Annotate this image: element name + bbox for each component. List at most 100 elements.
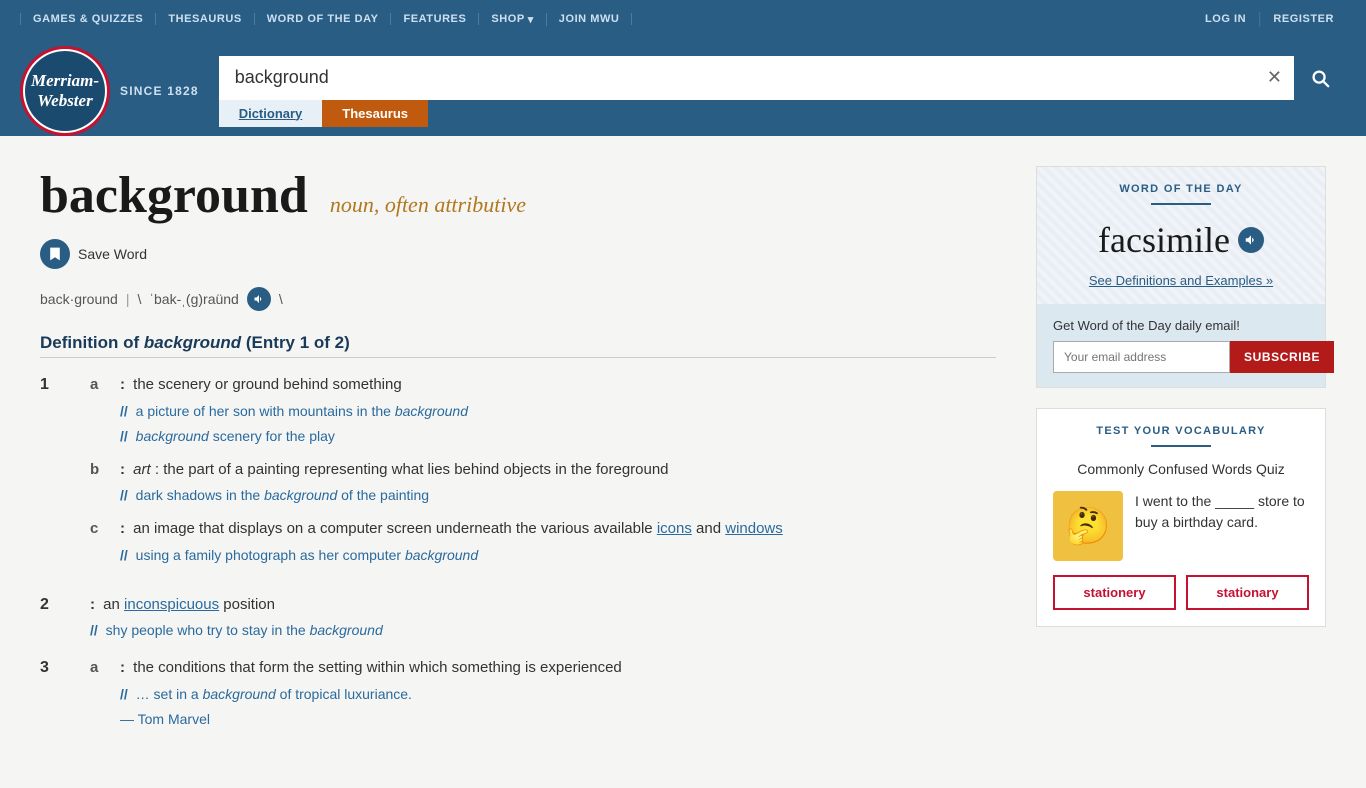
syllables: back·ground [40,291,118,307]
def-number-2: 2 [40,596,70,614]
backslash-close: \ [279,291,283,307]
search-icon [1309,67,1331,89]
def-letter-a: a [90,376,110,393]
def-1a-text: : the scenery or ground behind something… [120,374,996,447]
wotd-email-row: SUBSCRIBE [1053,341,1309,373]
phonetic: ˈbak-ˌ(g)raünd [149,291,238,307]
def-letter-b: b [90,461,110,478]
def-3a: a : the conditions that form the setting… [90,657,996,730]
wotd-section: WORD OF THE DAY facsimile See Definition… [1037,167,1325,304]
vocab-emoji: 🤔 [1053,491,1123,561]
vocab-emoji-row: 🤔 I went to the _____ store to buy a bir… [1053,491,1309,561]
tab-thesaurus[interactable]: Thesaurus [322,100,428,127]
wotd-email-label: Get Word of the Day daily email! [1053,318,1309,333]
headword: background [40,167,308,224]
part-of-speech: noun, often attributive [330,192,526,217]
wotd-card: WORD OF THE DAY facsimile See Definition… [1036,166,1326,388]
search-button[interactable] [1294,56,1346,100]
def-3a-example-1: // … set in a background of tropical lux… [120,684,996,705]
wotd-audio-button[interactable] [1238,227,1264,253]
link-inconspicuous[interactable]: inconspicuous [124,596,219,613]
def-number-3: 3 [40,659,70,677]
vocab-options: stationery stationary [1053,575,1309,610]
vocab-divider [1151,445,1211,447]
definition-headword: background [144,333,241,352]
wotd-label: WORD OF THE DAY [1053,183,1309,195]
bookmark-svg-icon [47,246,63,262]
search-area: ✕ Dictionary Thesaurus [219,56,1346,127]
vocab-quiz-title: Commonly Confused Words Quiz [1053,461,1309,477]
nav-wotd[interactable]: WORD OF THE DAY [255,13,392,25]
save-word-label: Save Word [78,246,147,262]
wotd-email-area: Get Word of the Day daily email! SUBSCRI… [1037,304,1325,387]
register-link[interactable]: REGISTER [1261,13,1346,25]
search-input[interactable] [219,56,1255,100]
tab-dictionary[interactable]: Dictionary [219,100,323,127]
wotd-divider [1151,203,1211,205]
def-2-content: : an inconspicuous position // shy peopl… [90,594,996,642]
nav-thesaurus[interactable]: THESAURUS [156,13,254,25]
def-1c-example-1: // using a family photograph as her comp… [120,545,996,566]
pron-divider: | [126,291,130,307]
wotd-word-display: facsimile [1053,219,1309,261]
clear-button[interactable]: ✕ [1255,67,1294,88]
definition-2: 2 : an inconspicuous position // shy peo… [40,594,996,642]
logo-area: Merriam- Webster SINCE 1828 [20,46,199,136]
chevron-down-icon: ▾ [528,13,534,26]
def-1a: a : the scenery or ground behind somethi… [90,374,996,447]
nav-games[interactable]: GAMES & QUIZZES [20,13,156,25]
def-1a-body: : the scenery or ground behind something [120,376,402,393]
definition-3: 3 a : the conditions that form the setti… [40,657,996,742]
login-link[interactable]: LOG IN [1193,13,1258,25]
pronunciation: back·ground | \ ˈbak-ˌ(g)raünd \ [40,287,996,311]
def-1b-text: : art : the part of a painting represent… [120,459,996,507]
def-1c-text: : an image that displays on a computer s… [120,518,996,566]
bookmark-icon [40,239,70,269]
subscribe-button[interactable]: SUBSCRIBE [1230,341,1334,373]
top-nav-bar: GAMES & QUIZZES THESAURUS WORD OF THE DA… [0,0,1366,38]
logo-circle: Merriam- Webster [20,46,110,136]
def-3a-body: : the conditions that form the setting w… [120,659,622,676]
link-windows[interactable]: windows [725,520,783,537]
nav-join[interactable]: JOIN MWU [547,13,633,25]
def-1b-example-1: // dark shadows in the background of the… [120,485,996,506]
wotd-audio-icon [1244,233,1258,247]
since-label: SINCE 1828 [120,84,199,98]
wotd-email-input[interactable] [1053,341,1230,373]
vocab-card: TEST YOUR VOCABULARY Commonly Confused W… [1036,408,1326,627]
def-letter-c: c [90,520,110,537]
wotd-word-text: facsimile [1098,219,1230,261]
def-3-content: a : the conditions that form the setting… [90,657,996,730]
search-bar: ✕ [219,56,1346,100]
vocab-question: I went to the _____ store to buy a birth… [1135,491,1309,533]
def-1a-row: a : the scenery or ground behind somethi… [90,374,996,447]
def-1c-body: : an image that displays on a computer s… [120,520,783,537]
def-1-content: a : the scenery or ground behind somethi… [90,374,996,566]
header-main: Merriam- Webster SINCE 1828 ✕ Dictionary… [0,38,1366,136]
content-area: background noun, often attributive Save … [40,166,996,758]
wotd-see-link[interactable]: See Definitions and Examples » [1053,273,1309,288]
def-letter-3a: a [90,659,110,676]
def-1a-example-2: // background scenery for the play [120,426,996,447]
def-1a-example-1: // a picture of her son with mountains i… [120,401,996,422]
main-wrapper: background noun, often attributive Save … [0,136,1366,788]
def-1b: b : art : the part of a painting represe… [90,459,996,507]
def-2-body: : an inconspicuous position [90,596,275,613]
nav-features[interactable]: FEATURES [391,13,479,25]
def-1b-body: : art : the part of a painting represent… [120,461,669,478]
def-1c: c : an image that displays on a computer… [90,518,996,566]
search-tabs: Dictionary Thesaurus [219,100,1346,127]
logo-text-line2: Webster [37,91,92,111]
def-number-1: 1 [40,376,70,394]
audio-button[interactable] [247,287,271,311]
save-word-button[interactable]: Save Word [40,239,996,269]
def-3a-attribution: — Tom Marvel [120,709,996,730]
def-2-example-1: // shy people who try to stay in the bac… [90,620,996,641]
nav-shop[interactable]: SHOP ▾ [479,13,546,26]
auth-area: LOG IN | REGISTER [1193,10,1346,28]
logo-text-line1: Merriam- [31,71,99,91]
audio-icon [253,293,265,305]
vocab-option-stationery[interactable]: stationery [1053,575,1176,610]
link-icons[interactable]: icons [657,520,692,537]
vocab-option-stationary[interactable]: stationary [1186,575,1309,610]
